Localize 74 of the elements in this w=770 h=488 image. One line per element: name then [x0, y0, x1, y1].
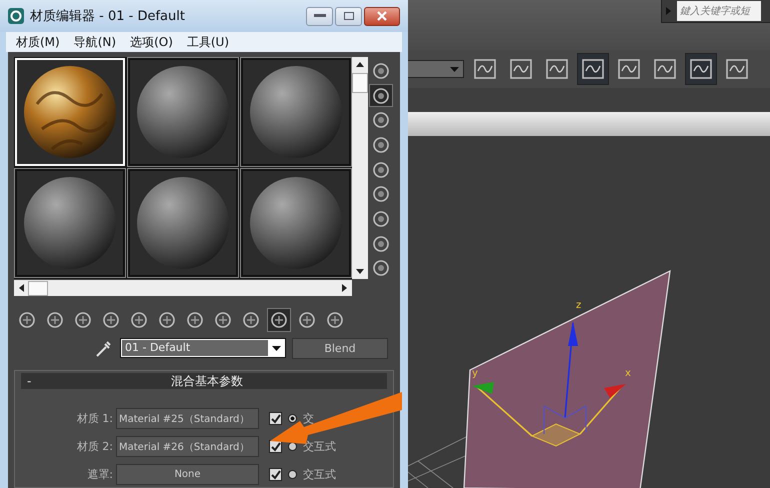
selection-set-dropdown[interactable] — [408, 60, 464, 78]
toolbar-icon[interactable] — [240, 309, 262, 331]
material-slot-label: 材质 1: — [76, 411, 114, 426]
sample-slot[interactable] — [241, 169, 351, 277]
enable-checkbox[interactable] — [269, 412, 282, 425]
sphere-icon — [135, 175, 231, 271]
material-slot-label: 遮罩: — [86, 467, 114, 482]
radio-label: 交互式 — [303, 467, 336, 482]
scroll-thumb[interactable] — [352, 73, 368, 93]
scroll-left-icon[interactable] — [19, 284, 24, 292]
sample-slot[interactable] — [241, 58, 351, 166]
search-field[interactable]: 鍵入关键字或短 — [661, 0, 770, 23]
scroll-up-icon[interactable] — [356, 62, 364, 67]
textured-sphere-icon — [22, 64, 118, 160]
close-icon — [377, 11, 387, 21]
sphere-icon — [248, 175, 344, 271]
sample-slot[interactable] — [128, 169, 238, 277]
close-button[interactable] — [364, 6, 400, 26]
maximize-icon — [344, 12, 354, 20]
sample-slot[interactable] — [128, 58, 238, 166]
menu-item[interactable]: 导航(N) — [74, 34, 116, 50]
toolbar-icon[interactable] — [296, 309, 318, 331]
maximize-button[interactable] — [335, 6, 362, 26]
axis-label: y — [472, 368, 478, 379]
transform-gizmo[interactable] — [472, 321, 626, 447]
minimize-icon — [314, 14, 326, 18]
material-slot-label: 材质 2: — [76, 439, 114, 454]
vertical-scrollbar[interactable] — [352, 57, 368, 279]
scroll-thumb[interactable] — [28, 280, 48, 296]
material-slot-button[interactable]: Material #26（Standard） — [116, 436, 259, 457]
window-title: 材质编辑器 - 01 - Default — [30, 8, 186, 25]
toolbar-icon[interactable] — [100, 309, 122, 331]
minimize-button[interactable] — [306, 6, 333, 26]
menu-item[interactable]: 选项(O) — [130, 34, 173, 50]
axis-label: z — [576, 300, 582, 311]
toolbar-icon[interactable] — [16, 309, 38, 331]
toolbar-icon[interactable] — [72, 309, 94, 331]
menu-item[interactable]: 材质(M) — [16, 34, 60, 50]
scroll-down-icon[interactable] — [356, 269, 364, 274]
material-slot-button[interactable]: Material #25（Standard） — [116, 408, 259, 429]
menu-item[interactable]: 工具(U) — [186, 34, 230, 50]
horizontal-scrollbar[interactable] — [14, 280, 352, 296]
toolbar-icon[interactable] — [184, 309, 206, 331]
scroll-right-icon[interactable] — [342, 284, 347, 292]
sphere-icon — [135, 64, 231, 160]
material-slot-button[interactable]: None — [116, 464, 259, 485]
toolbar-icon[interactable] — [578, 54, 608, 84]
rollout-header[interactable]: - 混合基本参数 — [21, 373, 387, 389]
material-name-dropdown[interactable]: 01 - Default — [120, 338, 286, 358]
sphere-icon — [248, 64, 344, 160]
rollout-title: 混合基本参数 — [170, 372, 244, 390]
toolbar-icon[interactable] — [44, 309, 66, 331]
toolbar-icon[interactable] — [156, 309, 178, 331]
radio-label: 交互式 — [303, 439, 336, 454]
toolbar-icon[interactable] — [686, 54, 716, 84]
toolbar-icon[interactable] — [212, 309, 234, 331]
interactive-radio[interactable] — [288, 470, 297, 479]
dropdown-caret-icon — [450, 66, 459, 72]
sphere-icon — [22, 175, 118, 271]
collapse-toggle[interactable]: - — [21, 374, 47, 388]
toolbar-icon[interactable] — [324, 309, 346, 331]
radio-label: 交 — [303, 411, 314, 426]
expand-arrow-icon — [666, 7, 671, 15]
toolbar-icon[interactable] — [268, 309, 290, 331]
material-type-button[interactable]: Blend — [292, 338, 388, 358]
toolbar-icon[interactable] — [370, 84, 392, 106]
axis-label: x — [625, 368, 631, 379]
plane-object[interactable] — [463, 270, 671, 488]
app-icon — [8, 8, 24, 24]
enable-checkbox[interactable] — [269, 468, 282, 481]
toolbar-icon[interactable] — [128, 309, 150, 331]
interactive-radio[interactable] — [288, 414, 297, 423]
sample-slot[interactable] — [15, 169, 125, 277]
dropdown-caret-icon — [272, 346, 281, 350]
